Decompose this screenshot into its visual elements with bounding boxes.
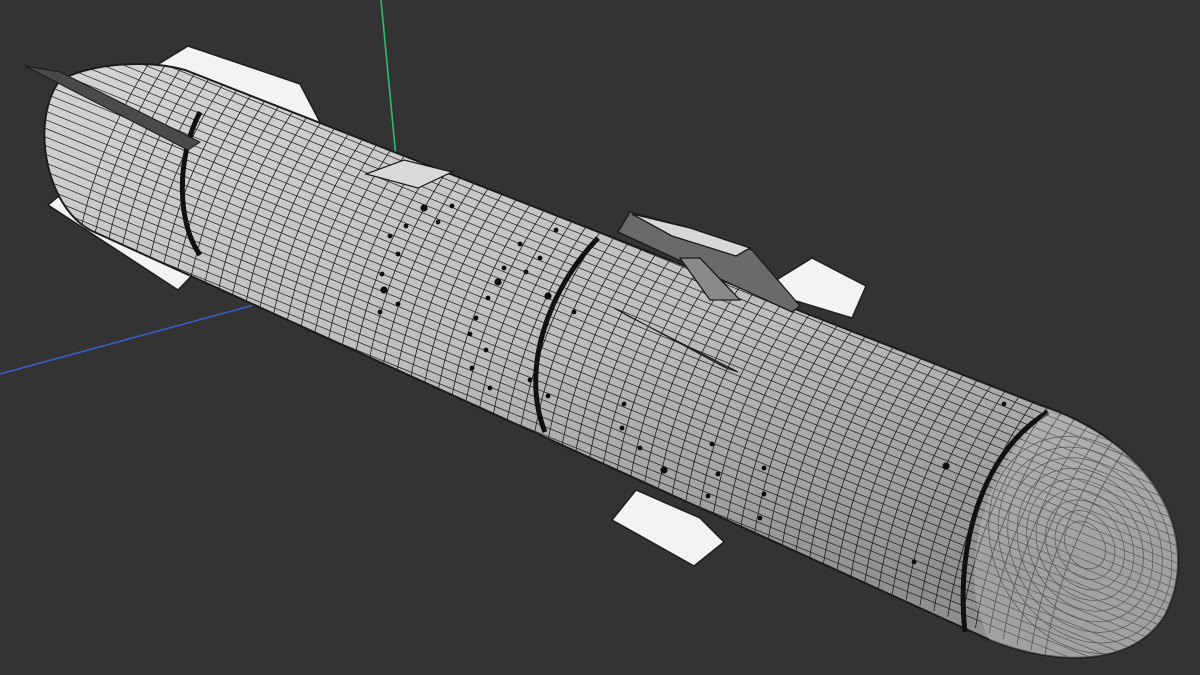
rivet-hole xyxy=(395,251,401,257)
rivet-hole xyxy=(1001,401,1007,407)
rivet-hole xyxy=(501,265,507,271)
rivet-hole xyxy=(757,515,763,521)
rivet-hole xyxy=(621,401,627,407)
rivet-hole xyxy=(469,365,475,371)
rivet-hole xyxy=(545,393,551,399)
3d-viewport[interactable] xyxy=(0,0,1200,675)
rivet-hole xyxy=(420,204,428,212)
rivet-hole xyxy=(387,233,393,239)
rivet-hole xyxy=(395,301,401,307)
rivet-hole xyxy=(494,278,502,286)
rivet-hole xyxy=(911,559,917,565)
rivet-hole xyxy=(705,493,711,499)
rivet-hole xyxy=(379,271,385,277)
rivet-hole xyxy=(571,309,577,315)
rivet-hole xyxy=(660,466,668,474)
wireframe-scene[interactable] xyxy=(0,0,1200,675)
rivet-hole xyxy=(483,347,489,353)
rivet-hole xyxy=(517,241,523,247)
rivet-hole xyxy=(435,219,441,225)
rivet-hole xyxy=(544,292,552,300)
rivet-hole xyxy=(485,295,491,301)
rivet-hole xyxy=(715,471,721,477)
rivet-hole xyxy=(473,315,479,321)
rivet-hole xyxy=(467,331,473,337)
rivet-hole xyxy=(942,462,950,470)
rivet-hole xyxy=(709,441,715,447)
y-axis-line xyxy=(380,0,398,169)
rivet-hole xyxy=(403,223,409,229)
rivet-hole xyxy=(377,309,383,315)
rivet-hole xyxy=(761,491,767,497)
rivet-hole xyxy=(523,269,529,275)
missile-body xyxy=(43,63,1180,659)
rivet-hole xyxy=(380,286,388,294)
rivet-hole xyxy=(527,377,533,383)
rivet-hole xyxy=(619,425,625,431)
rivet-hole xyxy=(637,445,643,451)
rivet-hole xyxy=(537,255,543,261)
rivet-hole xyxy=(761,465,767,471)
rivet-hole xyxy=(553,227,559,233)
rivet-hole xyxy=(449,203,455,209)
rivet-hole xyxy=(487,385,493,391)
